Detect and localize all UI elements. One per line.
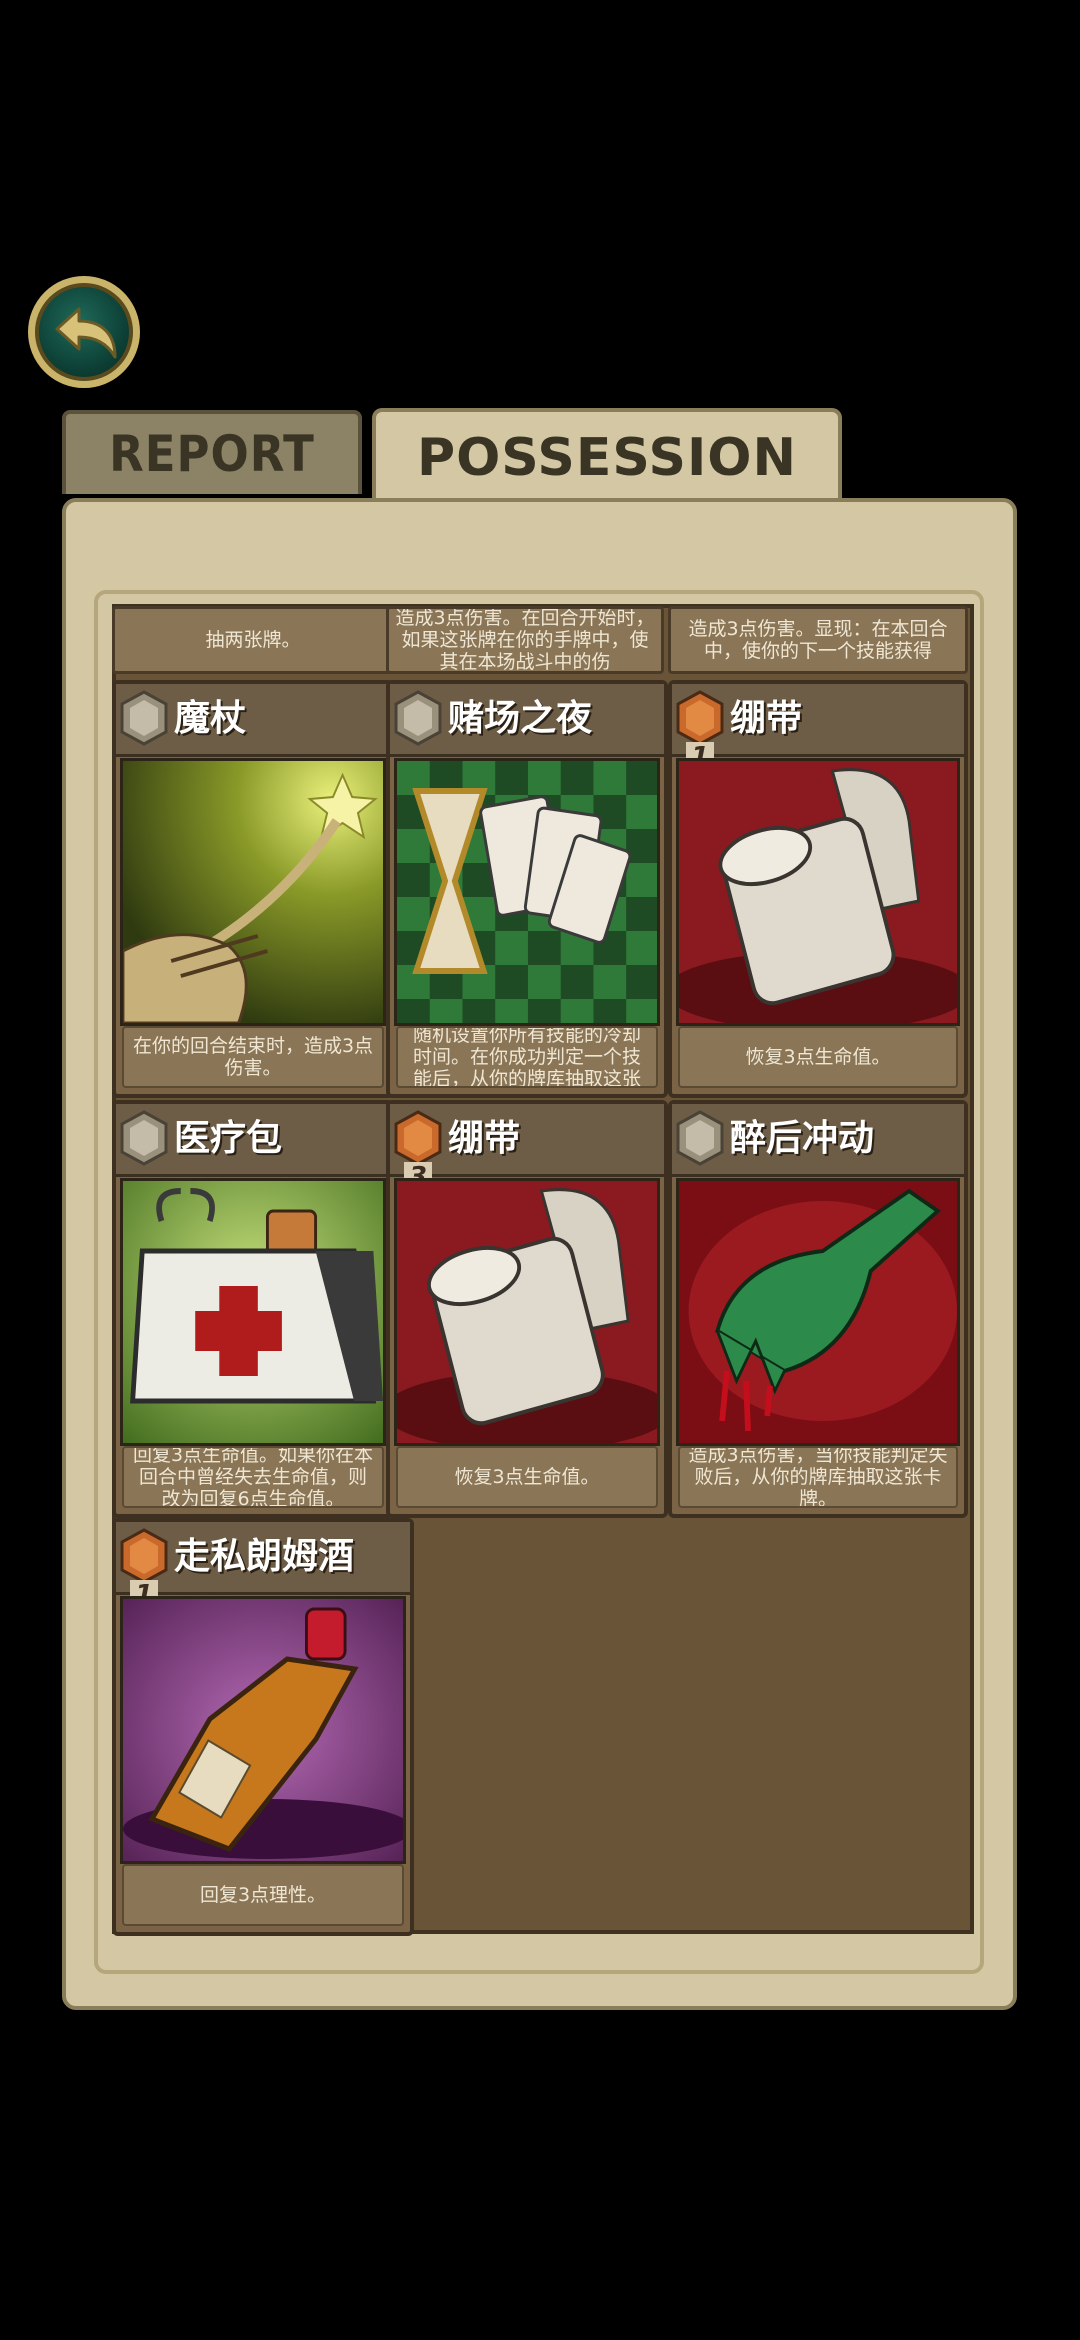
card-bandage-3[interactable]: 绷带 3 恢复3点生命值。	[386, 1100, 668, 1518]
card-description: 回复3点生命值。如果你在本回合中曾经失去生命值，则改为回复6点生命值。	[122, 1446, 384, 1508]
card-title-bar: 走私朗姆酒	[116, 1522, 410, 1595]
tab-possession[interactable]: POSSESSION	[372, 408, 842, 504]
card-title: 醉后冲动	[730, 1118, 875, 1159]
card-art-casino	[394, 758, 660, 1026]
tab-possession-label: POSSESSION	[416, 428, 798, 488]
card-wand[interactable]: 魔杖 在你的回合结束时，造成3点伤害。	[112, 680, 394, 1098]
card-title: 医疗包	[174, 1118, 283, 1159]
card-title-bar: 医疗包	[116, 1104, 390, 1177]
back-arrow-icon	[55, 307, 117, 359]
card-art-bandage	[676, 758, 960, 1026]
card-title-bar: 魔杖	[116, 684, 390, 757]
tab-report-label: REPORT	[109, 425, 315, 483]
card-title-bar: 醉后冲动	[672, 1104, 964, 1177]
card-art-medkit	[120, 1178, 386, 1446]
gem-icon	[676, 690, 724, 746]
card-desc: 抽两张牌。	[205, 629, 301, 651]
card-smuggled-rum[interactable]: 走私朗姆酒 1 回复3点理性。	[112, 1518, 414, 1936]
card-partial-1[interactable]: 抽两张牌。	[112, 606, 394, 674]
card-title: 赌场之夜	[448, 698, 593, 739]
card-description: 在你的回合结束时，造成3点伤害。	[122, 1026, 384, 1088]
card-title-bar: 赌场之夜	[390, 684, 664, 757]
card-partial-2[interactable]: 造成3点伤害。在回合开始时，如果这张牌在你的手牌中，使其在本场战斗中的伤	[386, 606, 664, 674]
gem-icon	[676, 1110, 724, 1166]
card-description: 回复3点理性。	[122, 1864, 404, 1926]
card-title: 魔杖	[174, 698, 247, 739]
card-medkit[interactable]: 医疗包 回复3点生命值。如果你在本回合中曾经失去生命值，则改为回复6点生命值。	[112, 1100, 394, 1518]
card-description: 恢复3点生命值。	[396, 1446, 658, 1508]
card-art-bandage	[394, 1178, 660, 1446]
gem-icon	[120, 690, 168, 746]
card-partial-3[interactable]: 造成3点伤害。显现：在本回合中，使你的下一个技能获得	[668, 606, 968, 674]
card-desc: 造成3点伤害。显现：在本回合中，使你的下一个技能获得	[688, 618, 948, 662]
gem-icon	[120, 1528, 168, 1584]
card-drunken-impulse[interactable]: 醉后冲动 造成3点伤害，当你技能判定失败后，从你的牌库抽取这张卡牌。	[668, 1100, 968, 1518]
card-art-rum	[120, 1596, 406, 1864]
card-title: 绷带	[448, 1118, 521, 1159]
gem-icon	[394, 1110, 442, 1166]
gem-icon	[120, 1110, 168, 1166]
card-casino-night[interactable]: 赌场之夜 随机设置你所有技能的冷却时间。在你成功判定一个技能后，从你的牌库抽取这…	[386, 680, 668, 1098]
card-description: 随机设置你所有技能的冷却时间。在你成功判定一个技能后，从你的牌库抽取这张	[396, 1026, 658, 1088]
card-title-bar: 绷带	[672, 684, 964, 757]
card-art-broken-bottle	[676, 1178, 960, 1446]
tab-report[interactable]: REPORT	[62, 410, 362, 494]
gem-icon	[394, 690, 442, 746]
card-title: 走私朗姆酒	[174, 1536, 355, 1577]
card-description: 造成3点伤害，当你技能判定失败后，从你的牌库抽取这张卡牌。	[678, 1446, 958, 1508]
back-button[interactable]	[28, 276, 140, 388]
card-title: 绷带	[730, 698, 803, 739]
card-description: 恢复3点生命值。	[678, 1026, 958, 1088]
card-bandage-1[interactable]: 绷带 1 恢复3点生命值。	[668, 680, 968, 1098]
card-desc: 造成3点伤害。在回合开始时，如果这张牌在你的手牌中，使其在本场战斗中的伤	[395, 607, 655, 673]
card-art-wand	[120, 758, 386, 1026]
